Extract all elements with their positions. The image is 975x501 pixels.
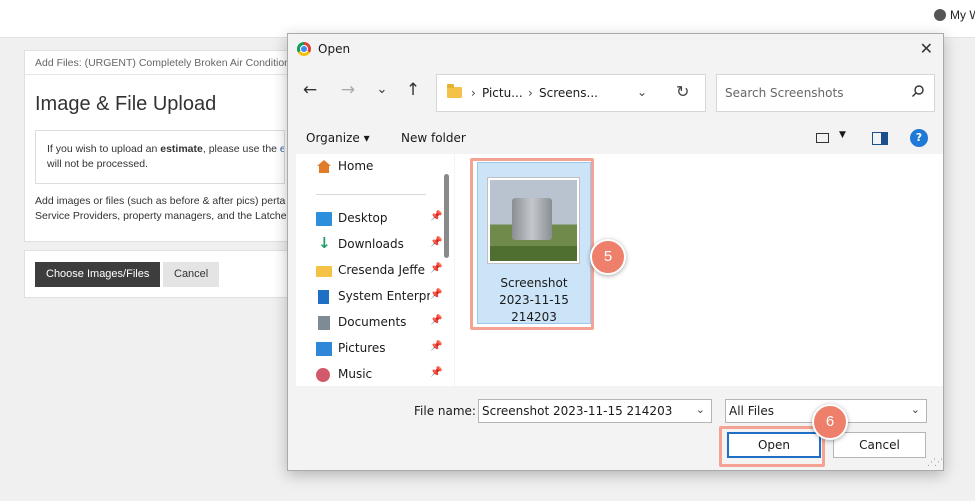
sidebar-item-downloads[interactable]: Downloads 📌 xyxy=(296,234,446,256)
pin-icon: 📌 xyxy=(430,263,443,274)
breadcrumb-screenshots[interactable]: Screens... xyxy=(539,86,598,100)
pictures-icon xyxy=(316,342,332,356)
step-badge-6: 6 xyxy=(812,404,848,440)
view-caret-icon[interactable]: ▼ xyxy=(839,130,846,140)
upload-card: Add Files: (URGENT) Completely Broken Ai… xyxy=(24,50,296,242)
home-icon xyxy=(316,160,332,174)
step-badge-5: 5 xyxy=(590,239,626,275)
back-arrow-icon[interactable]: ← xyxy=(298,80,322,100)
dialog-title: Open xyxy=(318,42,351,56)
upload-action-bar: Choose Images/Files Cancel xyxy=(24,250,296,298)
folder-icon xyxy=(316,266,332,277)
sidebar-item-label: Documents xyxy=(338,315,407,329)
help-line-1: Add images or files (such as before & af… xyxy=(35,195,286,207)
pin-icon: 📌 xyxy=(430,341,443,352)
sidebar-item-music[interactable]: Music 📌 xyxy=(296,364,446,386)
notice-link[interactable]: e xyxy=(280,143,284,155)
sidebar-item-pictures[interactable]: Pictures 📌 xyxy=(296,338,446,360)
up-arrow-icon[interactable]: ↑ xyxy=(401,80,425,100)
navigation-pane: Home Desktop 📌 Downloads 📌 Cresenda Jeff… xyxy=(296,154,454,386)
sidebar-item-system-enterprise[interactable]: System Enterpr 📌 xyxy=(296,286,446,308)
file-name-value: Screenshot 2023-11-15 214203 xyxy=(482,404,673,418)
account-label: My W xyxy=(950,8,975,22)
sidebar-item-label: Desktop xyxy=(338,211,388,225)
dialog-titlebar: Open ✕ xyxy=(288,34,943,64)
preview-pane-icon[interactable] xyxy=(872,132,888,145)
pin-icon: 📌 xyxy=(430,315,443,326)
refresh-icon[interactable]: ↻ xyxy=(676,82,689,101)
search-icon xyxy=(911,84,925,102)
help-line-2: Service Providers, property managers, an… xyxy=(35,210,287,222)
search-input[interactable]: Search Screenshots xyxy=(716,74,935,112)
chevron-down-icon: ⌄ xyxy=(910,403,920,416)
sidebar-item-label: System Enterpr xyxy=(338,289,430,303)
pin-icon: 📌 xyxy=(430,289,443,300)
dialog-toolbar: Organize ▾ New folder ▼ ? xyxy=(288,126,943,152)
folder-icon xyxy=(447,84,462,98)
view-options-icon[interactable] xyxy=(816,133,829,143)
building-icon xyxy=(318,290,329,304)
pin-icon: 📌 xyxy=(430,211,443,222)
new-folder-button[interactable]: New folder xyxy=(401,131,466,145)
breadcrumb: Add Files: (URGENT) Completely Broken Ai… xyxy=(25,51,295,75)
sidebar-item-label: Home xyxy=(338,159,374,173)
resize-grip-icon[interactable]: ⋰⋰ xyxy=(927,458,943,468)
sidebar-item-label: Pictures xyxy=(338,341,386,355)
recent-locations-chevron-icon[interactable]: ⌄ xyxy=(370,82,394,97)
forward-arrow-icon[interactable]: → xyxy=(336,80,360,100)
page-title: Image & File Upload xyxy=(35,93,217,115)
chevron-down-icon[interactable]: ⌄ xyxy=(696,403,705,416)
search-placeholder: Search Screenshots xyxy=(725,86,844,100)
cancel-upload-button[interactable]: Cancel xyxy=(163,262,220,287)
desktop-icon xyxy=(316,212,332,226)
breadcrumb-separator: › xyxy=(471,86,476,100)
sidebar-item-cresenda[interactable]: Cresenda Jeffe 📌 xyxy=(296,260,446,282)
file-name-input[interactable]: Screenshot 2023-11-15 214203 ⌄ xyxy=(478,399,712,423)
breadcrumb-separator: › xyxy=(528,86,533,100)
organize-button[interactable]: Organize ▾ xyxy=(306,131,370,145)
sidebar-item-home[interactable]: Home xyxy=(296,156,446,178)
file-type-value: All Files xyxy=(729,404,775,418)
sidebar-divider xyxy=(316,194,426,195)
file-name-label: File name: xyxy=(414,404,476,418)
cancel-button[interactable]: Cancel xyxy=(833,432,926,458)
highlight-file-box xyxy=(470,158,594,330)
music-icon xyxy=(316,368,330,382)
close-icon[interactable]: ✕ xyxy=(920,39,933,58)
upload-help-text: Add images or files (such as before & af… xyxy=(25,184,295,224)
account-menu[interactable]: My W xyxy=(934,8,975,22)
sidebar-item-documents[interactable]: Documents 📌 xyxy=(296,312,446,334)
help-icon[interactable]: ? xyxy=(910,129,928,147)
pin-icon: 📌 xyxy=(430,367,443,378)
sidebar-item-label: Downloads xyxy=(338,237,404,251)
user-icon xyxy=(934,9,946,21)
notice-text-mid: , please use the xyxy=(202,143,280,155)
highlight-open-box xyxy=(719,426,825,467)
notice-bold: estimate xyxy=(160,143,203,155)
address-bar[interactable]: › Pictu... › Screens... ⌄ ↻ xyxy=(436,74,706,112)
pin-icon: 📌 xyxy=(430,237,443,248)
sidebar-scrollbar[interactable] xyxy=(444,174,449,258)
sidebar-item-label: Music xyxy=(338,367,373,381)
sidebar-item-desktop[interactable]: Desktop 📌 xyxy=(296,208,446,230)
notice-text-line2: will not be processed. xyxy=(47,158,148,170)
navigation-bar: ← → ⌄ ↑ › Pictu... › Screens... ⌄ ↻ Sear… xyxy=(288,74,943,112)
downloads-icon xyxy=(316,234,332,252)
address-dropdown-icon[interactable]: ⌄ xyxy=(637,85,647,99)
documents-icon xyxy=(318,316,330,330)
notice-text: If you wish to upload an xyxy=(47,143,161,155)
choose-files-button[interactable]: Choose Images/Files xyxy=(35,262,161,287)
chrome-icon xyxy=(297,42,311,56)
sidebar-item-label: Cresenda Jeffe xyxy=(338,263,426,277)
estimate-notice: If you wish to upload an estimate, pleas… xyxy=(35,130,285,184)
breadcrumb-pictures[interactable]: Pictu... xyxy=(482,86,523,100)
